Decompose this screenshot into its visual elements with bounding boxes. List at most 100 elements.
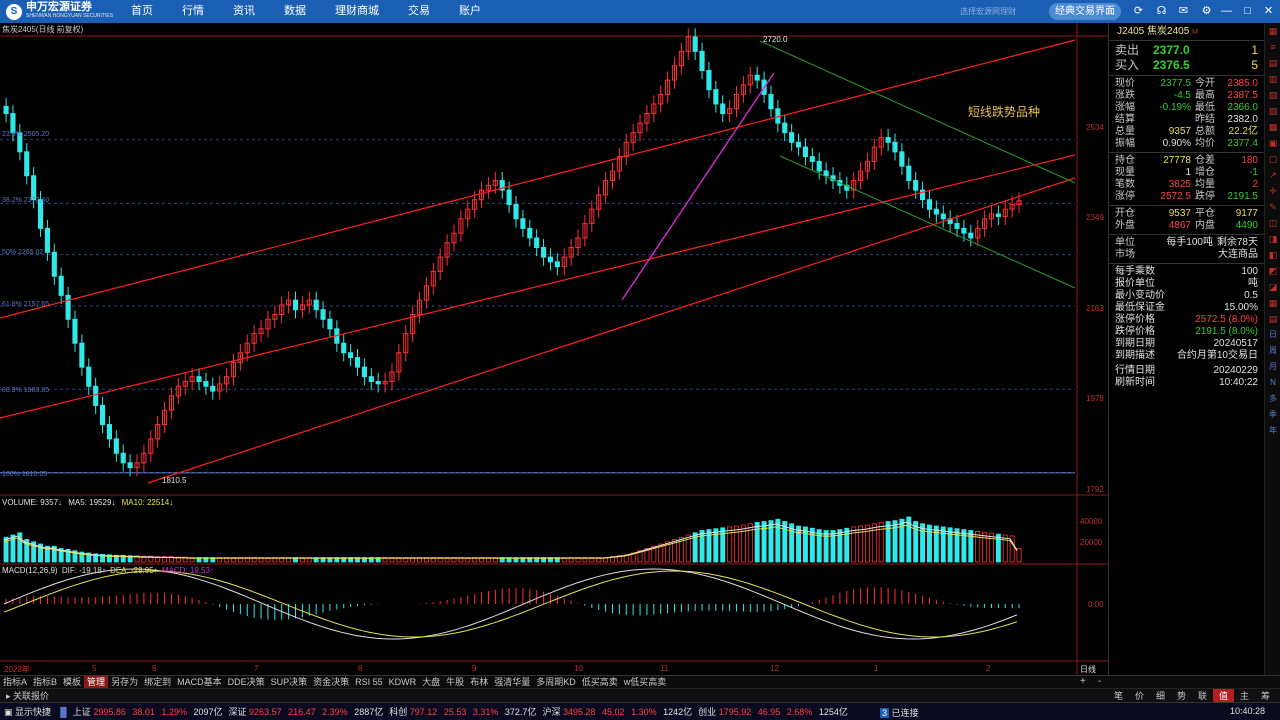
period-button-3[interactable]: N: [1265, 375, 1280, 391]
period-button-6[interactable]: 年: [1265, 423, 1280, 439]
kline-chart[interactable]: 焦炭2405(日线 前复权) 短线跌势品种 2720.0 1810.5 23.6…: [0, 23, 1108, 675]
quote-view-tab[interactable]: 价: [1129, 689, 1150, 703]
nav-item-2[interactable]: 资讯: [222, 0, 266, 23]
index-quote[interactable]: 创业 1795.92 46.95 2.68% 1254亿: [698, 705, 848, 718]
show-shortcut[interactable]: ▣ 显示快捷: [4, 705, 51, 718]
link-quote-toggle[interactable]: ▸ 关联报价: [6, 689, 49, 703]
quote-view-tab[interactable]: 主: [1234, 689, 1255, 703]
quote-view-tab[interactable]: 势: [1171, 689, 1192, 703]
index-quote[interactable]: 沪深 3495.28 45.02 1.30% 1242亿: [542, 705, 692, 718]
nav-item-3[interactable]: 数据: [273, 0, 317, 23]
period-button-2[interactable]: 月: [1265, 359, 1280, 375]
gear-icon[interactable]: ⚙: [1199, 4, 1214, 19]
toolbar-candle-icon[interactable]: ▥: [1265, 71, 1280, 87]
mail-icon[interactable]: ✉: [1176, 4, 1191, 19]
period-label[interactable]: 日线: [1080, 664, 1096, 675]
remove-tab-icon[interactable]: -: [1098, 676, 1101, 687]
classic-trade-button[interactable]: 经典交易界面: [1049, 3, 1121, 20]
headset-icon[interactable]: ☊: [1154, 4, 1169, 19]
nav-item-5[interactable]: 交易: [397, 0, 441, 23]
quote-label: 内盘: [1195, 220, 1215, 231]
info-label: 刷新时间: [1115, 377, 1155, 388]
indicator-tab[interactable]: 指标A: [0, 676, 30, 688]
indicator-tab[interactable]: 绑定到: [141, 676, 174, 688]
quote-view-tab[interactable]: 筹: [1255, 689, 1276, 703]
indicator-tab[interactable]: SUP决策: [268, 676, 311, 688]
toolbar-panel-icon[interactable]: ◩: [1265, 263, 1280, 279]
quote-label: 开仓: [1115, 208, 1135, 219]
quote-row: 涨幅 -0.19% 最低 2366.0: [1109, 102, 1264, 114]
toolbar-doc-icon[interactable]: ▣: [1265, 135, 1280, 151]
indicator-tab-bar: 指标A 指标B 模板 管理 另存为 绑定到 MACD基本 DDE决策 SUP决策 资金决策 RSI …: [0, 675, 1280, 688]
month-label: 1: [874, 664, 879, 673]
toolbar-pen-icon[interactable]: ✎: [1265, 199, 1280, 215]
period-button-0[interactable]: 日: [1265, 327, 1280, 343]
dif-value: DIF: -19.18: [61, 566, 102, 575]
quote-label: 涨幅: [1115, 102, 1135, 113]
indicator-tab[interactable]: 低买高卖: [579, 676, 621, 688]
indicator-tab[interactable]: w低买高卖: [621, 676, 670, 688]
indicator-tab[interactable]: 牛股: [443, 676, 467, 688]
toolbar-stack-icon[interactable]: ▦: [1265, 295, 1280, 311]
index-quote[interactable]: 上证 2995.86 38.01 1.29% 2097亿: [73, 705, 223, 718]
channel-mid: [0, 154, 1076, 419]
toolbar-layout-icon[interactable]: ◪: [1265, 279, 1280, 295]
indicator-tab[interactable]: 管理: [84, 676, 109, 688]
toolbar-list-icon[interactable]: ≡: [1265, 39, 1280, 55]
toolbar-frame-icon[interactable]: ◫: [1265, 215, 1280, 231]
indicator-tab[interactable]: 指标B: [30, 676, 60, 688]
toolbar-arrow-icon[interactable]: ↗: [1265, 167, 1280, 183]
volume-bar: [851, 526, 857, 563]
indicator-tab[interactable]: RSI 55: [352, 676, 386, 688]
quote-row: 振幅 0.90% 均价 2377.4: [1109, 138, 1264, 150]
candle-body: [885, 136, 891, 143]
index-pct: 1.29%: [161, 707, 187, 717]
indicator-tab[interactable]: 布林: [467, 676, 491, 688]
close-icon[interactable]: ✕: [1261, 4, 1276, 19]
index-quote[interactable]: 深证 9263.57 216.47 2.39% 2887亿: [229, 705, 384, 718]
kline-chart-svg[interactable]: [0, 23, 1108, 675]
indicator-tab[interactable]: 模板: [60, 676, 84, 688]
indicator-tab[interactable]: 另存为: [108, 676, 141, 688]
candle-body: [954, 223, 960, 229]
toolbar-window-icon[interactable]: ◧: [1265, 247, 1280, 263]
add-tab-icon[interactable]: +: [1080, 676, 1086, 687]
indicator-tab[interactable]: 大盘: [419, 676, 443, 688]
quote-view-tabs: 笔价细势联值主筹: [1108, 689, 1276, 703]
toolbar-table-icon[interactable]: ▨: [1265, 103, 1280, 119]
indicator-tab[interactable]: MACD基本: [174, 676, 225, 688]
quote-view-tab[interactable]: 联: [1192, 689, 1213, 703]
candle-body: [802, 146, 808, 158]
maximize-icon[interactable]: □: [1240, 4, 1255, 19]
toolbar-split-icon[interactable]: ◨: [1265, 231, 1280, 247]
toolbar-box-icon[interactable]: ▢: [1265, 151, 1280, 167]
toolbar-chart-icon[interactable]: ▤: [1265, 55, 1280, 71]
indicator-tab[interactable]: KDWR: [386, 676, 420, 688]
index-quote[interactable]: 科创 797.12 25.53 3.31% 372.7亿: [389, 705, 536, 718]
toolbar-bars-icon[interactable]: ▧: [1265, 87, 1280, 103]
nav-item-4[interactable]: 理财商城: [324, 0, 390, 23]
quote-view-tab[interactable]: 值: [1213, 689, 1234, 703]
toolbar-slot-icon[interactable]: ▤: [1265, 311, 1280, 327]
info-label: 行情日期: [1115, 365, 1155, 376]
period-button-5[interactable]: 季: [1265, 407, 1280, 423]
minimize-icon[interactable]: —: [1219, 4, 1234, 19]
quote-view-tab[interactable]: 细: [1150, 689, 1171, 703]
nav-item-6[interactable]: 账户: [448, 0, 492, 23]
quote-view-tab[interactable]: 笔: [1108, 689, 1129, 703]
period-button-4[interactable]: 多: [1265, 391, 1280, 407]
candle-body: [754, 74, 760, 81]
toolbar-cross-icon[interactable]: ✛: [1265, 183, 1280, 199]
indicator-tab[interactable]: DDE决策: [225, 676, 268, 688]
quote-label: 均价: [1195, 138, 1215, 149]
month-label: 10: [574, 664, 583, 673]
toolbar-grid-icon[interactable]: ▦: [1265, 23, 1280, 39]
indicator-tab[interactable]: 资金决策: [310, 676, 352, 688]
indicator-tab[interactable]: 多周期KD: [533, 676, 579, 688]
indicator-tab[interactable]: 强清华量: [491, 676, 533, 688]
toolbar-lines-icon[interactable]: ▩: [1265, 119, 1280, 135]
period-button-1[interactable]: 周: [1265, 343, 1280, 359]
sync-icon[interactable]: ⟳: [1131, 4, 1146, 19]
nav-item-1[interactable]: 行情: [171, 0, 215, 23]
nav-item-0[interactable]: 首页: [120, 0, 164, 23]
